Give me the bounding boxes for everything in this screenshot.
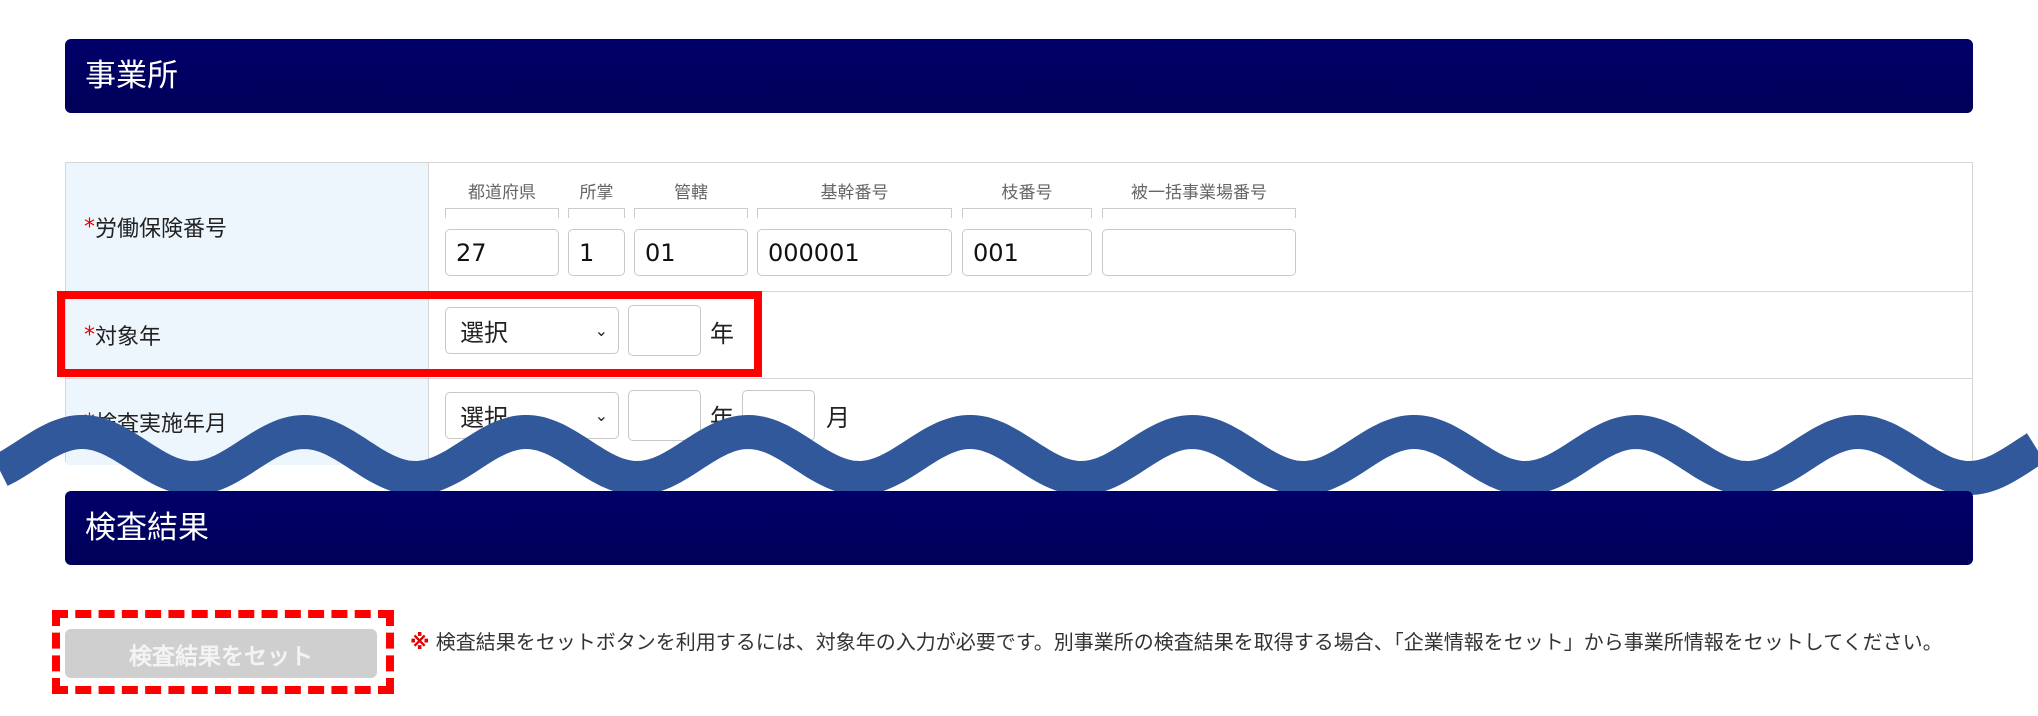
note-text: 検査結果をセットボタンを利用するには、対象年の入力が必要です。別事業所の検査結果… — [429, 630, 1943, 654]
base-number-input[interactable]: 000001 — [757, 229, 952, 276]
highlight-box-dashed — [52, 610, 394, 694]
sublabel-branch-number: 枝番号 — [1001, 183, 1053, 203]
bracket — [962, 208, 1092, 218]
required-mark: * — [84, 214, 95, 240]
sublabel-jurisdiction-type: 所掌 — [579, 183, 614, 203]
sublabel-sub-site-number: 被一括事業場番号 — [1131, 183, 1267, 203]
sublabel-base-number: 基幹番号 — [820, 183, 889, 203]
prefecture-input[interactable]: 27 — [445, 229, 559, 276]
highlight-box — [57, 291, 762, 377]
bracket — [757, 208, 952, 218]
sublabel-prefecture: 都道府県 — [468, 183, 536, 203]
bracket — [568, 208, 625, 218]
sub-site-number-input[interactable] — [1102, 229, 1296, 276]
section-header-office: 事業所 — [65, 39, 1973, 113]
sublabel-jurisdiction: 管轄 — [674, 183, 708, 203]
bracket — [445, 208, 559, 218]
section-title: 事業所 — [85, 58, 178, 94]
bracket — [1102, 208, 1296, 218]
branch-number-input[interactable]: 001 — [962, 229, 1092, 276]
help-note: ※ 検査結果をセットボタンを利用するには、対象年の入力が必要です。別事業所の検査… — [410, 624, 1970, 660]
jurisdiction-input[interactable]: 01 — [634, 229, 748, 276]
label-insurance-number: * 労働保険番号 — [66, 163, 429, 291]
wave-shape — [0, 414, 2038, 496]
section-header-results: 検査結果 — [65, 491, 1973, 565]
section-title: 検査結果 — [85, 510, 209, 546]
bracket — [634, 208, 748, 218]
jurisdiction-type-input[interactable]: 1 — [568, 229, 625, 276]
label-text: 労働保険番号 — [95, 217, 228, 242]
note-mark: ※ — [410, 630, 430, 654]
